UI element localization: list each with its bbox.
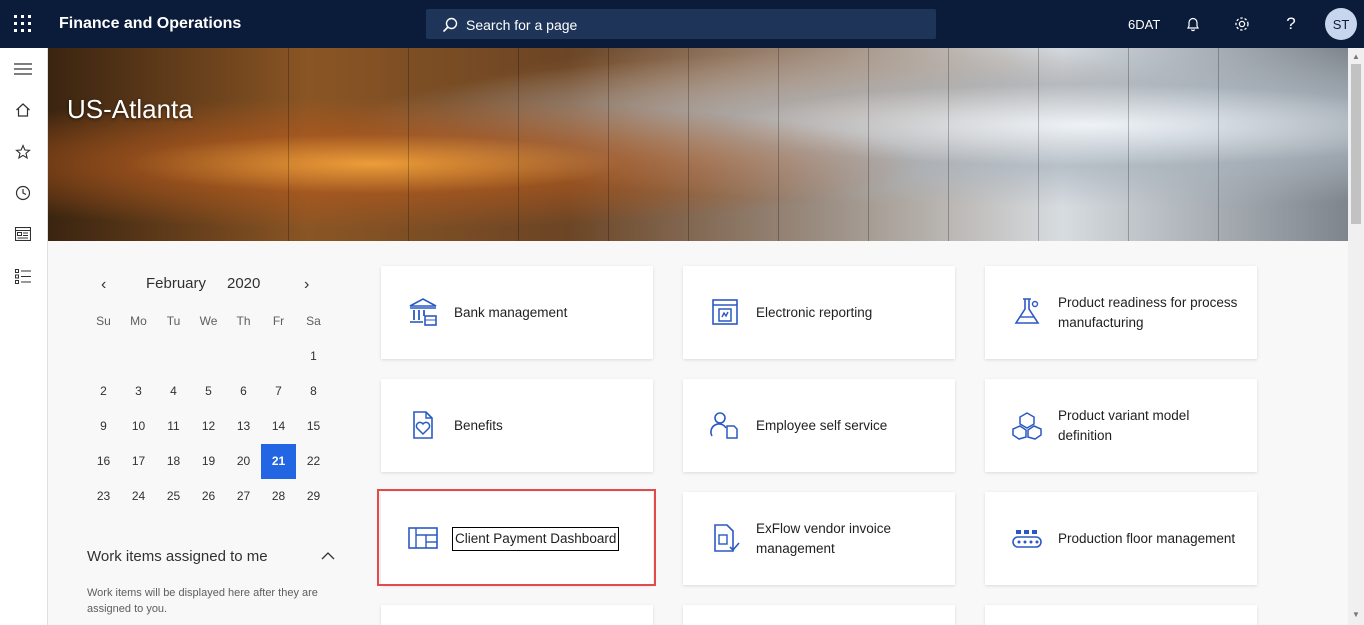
calendar-day[interactable]: 22 — [296, 444, 331, 479]
tile-electronic-reporting[interactable]: Electronic reporting — [683, 266, 955, 359]
hamburger-icon[interactable] — [12, 58, 34, 80]
calendar-year[interactable]: 2020 — [227, 275, 260, 292]
calendar-day[interactable]: 29 — [296, 479, 331, 514]
work-items-empty-text: Work items will be displayed here after … — [87, 587, 318, 615]
calendar-day[interactable]: 16 — [86, 444, 121, 479]
employee-icon — [710, 412, 738, 439]
calendar-day[interactable]: 10 — [121, 409, 156, 444]
calendar-day[interactable]: 20 — [226, 444, 261, 479]
benefits-icon — [413, 411, 433, 439]
chevron-up-icon[interactable] — [320, 548, 336, 569]
tile-label: Bank management — [454, 304, 568, 320]
bank-icon — [409, 298, 437, 326]
scroll-up-icon[interactable]: ▲ — [1352, 52, 1360, 61]
company-selector[interactable]: 6DAT — [1128, 17, 1160, 32]
search-placeholder: Search for a page — [466, 17, 578, 33]
calendar-day-selected[interactable]: 21 — [261, 444, 296, 479]
scroll-down-icon[interactable]: ▼ — [1352, 610, 1360, 619]
tile-client-payment-dashboard[interactable]: Client Payment Dashboard — [381, 492, 653, 585]
calendar-day[interactable]: 24 — [121, 479, 156, 514]
clock-icon[interactable] — [12, 182, 34, 204]
calendar-day[interactable]: 11 — [156, 409, 191, 444]
page-title: US-Atlanta — [67, 94, 193, 124]
app-launcher-icon[interactable] — [14, 15, 32, 33]
home-icon[interactable] — [12, 99, 34, 121]
tile-partial[interactable] — [985, 605, 1257, 625]
modules-list-icon[interactable] — [12, 265, 34, 287]
calendar-day[interactable]: 2 — [86, 374, 121, 409]
weekday-label: Fr — [272, 314, 285, 328]
conveyor-icon — [1012, 530, 1042, 548]
weekday-label: Th — [236, 314, 251, 328]
calendar-prev-button[interactable]: ‹ — [101, 276, 106, 294]
calendar-day[interactable]: 8 — [296, 374, 331, 409]
search-icon — [442, 17, 458, 33]
calendar-day[interactable]: 12 — [191, 409, 226, 444]
calendar-day[interactable]: 5 — [191, 374, 226, 409]
calendar-day[interactable]: 23 — [86, 479, 121, 514]
calendar-month[interactable]: February — [146, 275, 206, 292]
gear-icon[interactable] — [1232, 14, 1252, 34]
workspace-banner-image — [48, 48, 1348, 241]
calendar-day[interactable]: 27 — [226, 479, 261, 514]
calendar-day[interactable]: 17 — [121, 444, 156, 479]
tile-production-floor[interactable]: Production floor management — [985, 492, 1257, 585]
calendar-day[interactable]: 7 — [261, 374, 296, 409]
calendar-day[interactable]: 19 — [191, 444, 226, 479]
tile-label: Electronic reporting — [756, 304, 873, 320]
work-items-title: Work items assigned to me — [87, 548, 268, 565]
help-icon[interactable]: ? — [1281, 14, 1301, 34]
invoice-icon — [714, 524, 740, 552]
page-scrollbar[interactable]: ▲ ▼ — [1348, 48, 1364, 625]
star-icon[interactable] — [12, 141, 34, 163]
bell-icon[interactable] — [1183, 14, 1203, 34]
app-title[interactable]: Finance and Operations — [59, 15, 241, 33]
cubes-icon — [1012, 412, 1042, 440]
calendar-day[interactable]: 18 — [156, 444, 191, 479]
calendar-day[interactable]: 4 — [156, 374, 191, 409]
tile-label: Benefits — [454, 417, 503, 433]
calendar-day[interactable]: 1 — [296, 339, 331, 374]
tile-label: Client Payment Dashboard — [451, 526, 620, 551]
tile-employee-self-service[interactable]: Employee self service — [683, 379, 955, 472]
scrollbar-thumb[interactable] — [1351, 64, 1361, 224]
tile-label: Employee self service — [756, 417, 888, 433]
left-navigation — [0, 48, 48, 625]
calendar-day[interactable]: 15 — [296, 409, 331, 444]
weekday-label: Sa — [306, 314, 321, 328]
search-box[interactable]: Search for a page — [426, 9, 936, 39]
flask-icon — [1014, 298, 1040, 324]
calendar-day[interactable]: 28 — [261, 479, 296, 514]
tile-label-wrap: Client Payment Dashboard — [451, 492, 634, 585]
calendar-next-button[interactable]: › — [304, 276, 309, 294]
tile-product-variant-model[interactable]: Product variant model definition — [985, 379, 1257, 472]
tile-label: ExFlow vendor invoice management — [756, 520, 892, 556]
report-icon — [712, 299, 738, 325]
tile-partial[interactable] — [381, 605, 653, 625]
tile-benefits[interactable]: Benefits — [381, 379, 653, 472]
tile-product-readiness[interactable]: Product readiness for process manufactur… — [985, 266, 1257, 359]
tile-partial[interactable] — [683, 605, 955, 625]
dashboard-icon — [408, 527, 438, 549]
calendar-day[interactable]: 3 — [121, 374, 156, 409]
tile-exflow-vendor-invoice[interactable]: ExFlow vendor invoice management — [683, 492, 955, 585]
weekday-label: Tu — [166, 314, 181, 328]
tile-bank-management[interactable]: Bank management — [381, 266, 653, 359]
weekday-label: Su — [96, 314, 111, 328]
tile-label: Product readiness for process manufactur… — [1058, 294, 1238, 330]
calendar-day[interactable]: 26 — [191, 479, 226, 514]
tile-label: Product variant model definition — [1058, 407, 1190, 443]
calendar-day[interactable]: 13 — [226, 409, 261, 444]
tile-label: Production floor management — [1058, 530, 1236, 546]
calendar-day[interactable]: 6 — [226, 374, 261, 409]
calendar-day[interactable]: 25 — [156, 479, 191, 514]
workspace-icon[interactable] — [12, 223, 34, 245]
avatar[interactable]: ST — [1325, 8, 1357, 40]
calendar-day[interactable]: 9 — [86, 409, 121, 444]
top-bar: Finance and Operations Search for a page… — [0, 0, 1364, 48]
calendar-day[interactable]: 14 — [261, 409, 296, 444]
weekday-label: Mo — [130, 314, 147, 328]
weekday-label: We — [199, 314, 218, 328]
